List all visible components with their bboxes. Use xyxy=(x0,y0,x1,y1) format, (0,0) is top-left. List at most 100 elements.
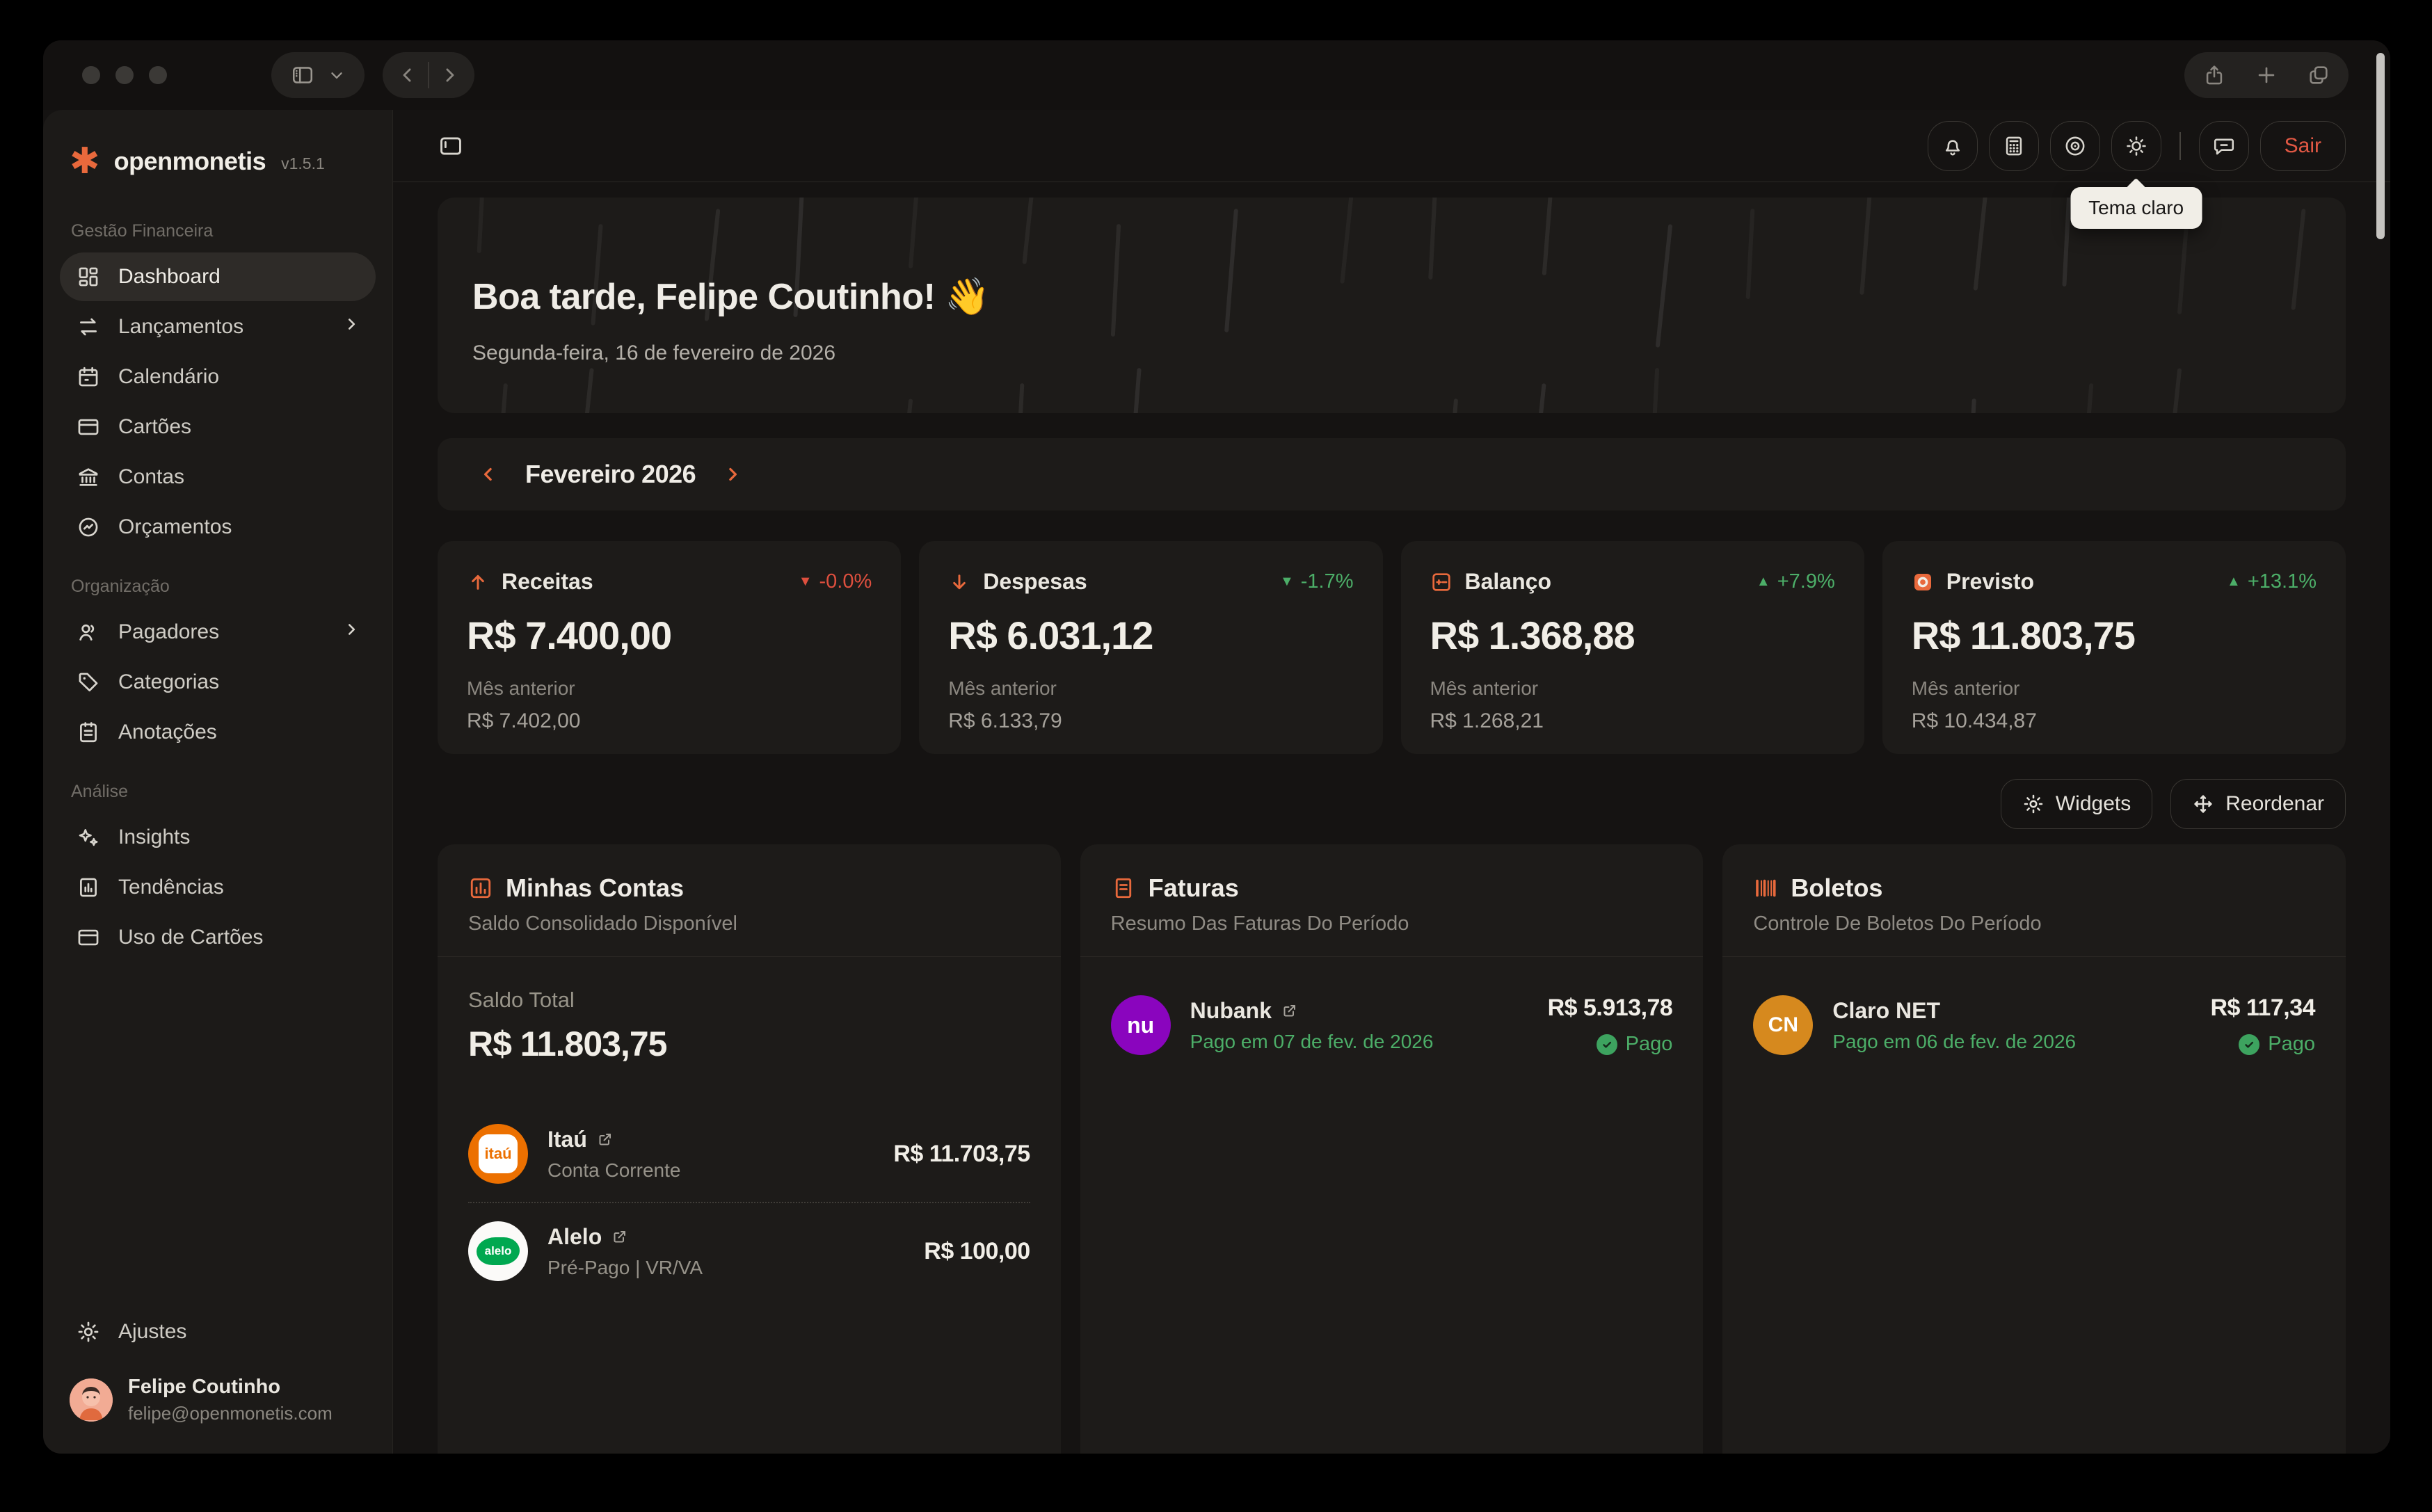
alelo-logo: alelo xyxy=(468,1221,528,1281)
stat-value: R$ 7.400,00 xyxy=(467,613,872,658)
sidebar-item-orcamentos[interactable]: Orçamentos xyxy=(60,503,376,552)
chart-doc-icon xyxy=(77,876,100,899)
stat-value: R$ 1.368,88 xyxy=(1430,613,1835,658)
back-button[interactable] xyxy=(397,65,418,86)
barcode-icon xyxy=(1753,876,1778,901)
tab-overview-button[interactable] xyxy=(2307,63,2330,87)
sidebar-item-insights[interactable]: Insights xyxy=(60,813,376,862)
sidebar-item-pagadores[interactable]: Pagadores xyxy=(60,608,376,657)
arrow-up-icon xyxy=(467,571,489,593)
total-balance-label: Saldo Total xyxy=(468,988,1030,1013)
sidebar-item-tendencias[interactable]: Tendências xyxy=(60,863,376,912)
titlebar xyxy=(43,40,2390,110)
bill-name: Claro NET xyxy=(1832,998,2076,1024)
stat-delta: ▲+13.1% xyxy=(2227,570,2317,593)
user-profile[interactable]: Felipe Coutinho felipe@openmonetis.com xyxy=(60,1358,376,1424)
sidebar-item-contas[interactable]: Contas xyxy=(60,453,376,501)
sidebar-toggle-button[interactable] xyxy=(438,133,464,159)
greeting-banner: Boa tarde, Felipe Coutinho! 👋 Segunda-fe… xyxy=(438,198,2346,413)
widget-actions: Widgets Reordenar xyxy=(438,779,2346,829)
widgets-row: Minhas Contas Saldo Consolidado Disponív… xyxy=(438,844,2346,1454)
minimize-window-button[interactable] xyxy=(115,66,134,84)
browser-nav xyxy=(383,52,474,98)
stat-value: R$ 6.031,12 xyxy=(948,613,1353,658)
forward-button[interactable] xyxy=(439,65,460,86)
stat-prev-value: R$ 7.402,00 xyxy=(467,709,872,733)
widgets-button-label: Widgets xyxy=(2056,792,2131,816)
logo-asterisk-icon: ✱ xyxy=(70,146,100,177)
widget-boletos: Boletos Controle De Boletos Do Período C… xyxy=(1722,844,2346,1454)
scrollbar-thumb[interactable] xyxy=(2376,53,2385,239)
account-row-alelo[interactable]: alelo Alelo Pré-Pago | VR/VA R$ 100,00 xyxy=(468,1202,1030,1299)
dashboard-content: Boa tarde, Felipe Coutinho! 👋 Segunda-fe… xyxy=(393,182,2390,1454)
user-email: felipe@openmonetis.com xyxy=(128,1403,333,1424)
calculator-button[interactable] xyxy=(1989,121,2039,171)
account-row-itau[interactable]: itaú Itaú Conta Corrente R$ 11.703,75 xyxy=(468,1106,1030,1202)
widgets-button[interactable]: Widgets xyxy=(2001,779,2152,829)
privacy-eye-button[interactable] xyxy=(2050,121,2100,171)
reorder-button[interactable]: Reordenar xyxy=(2170,779,2346,829)
logout-button[interactable]: Sair xyxy=(2260,121,2346,171)
sidebar-item-dashboard[interactable]: Dashboard xyxy=(60,252,376,301)
sidebar-item-categorias[interactable]: Categorias xyxy=(60,658,376,707)
stat-value: R$ 11.803,75 xyxy=(1912,613,2317,658)
stat-prev-value: R$ 10.434,87 xyxy=(1912,709,2317,733)
sidebar-item-calendario[interactable]: Calendário xyxy=(60,353,376,401)
move-icon xyxy=(2192,793,2214,815)
invoice-amount: R$ 5.913,78 xyxy=(1548,995,1673,1021)
share-button[interactable] xyxy=(2202,63,2226,87)
account-detail: Conta Corrente xyxy=(547,1159,680,1182)
sidebar-item-label: Cartões xyxy=(118,415,191,439)
external-link-icon[interactable] xyxy=(611,1228,628,1245)
dashboard-icon xyxy=(77,265,100,289)
feedback-button[interactable] xyxy=(2199,121,2249,171)
sidebar-item-uso-de-cartoes[interactable]: Uso de Cartões xyxy=(60,913,376,962)
account-balance: R$ 11.703,75 xyxy=(893,1141,1030,1167)
window-controls[interactable] xyxy=(82,66,167,84)
theme-toggle-button[interactable]: Tema claro xyxy=(2111,121,2161,171)
bill-paid-date: Pago em 06 de fev. de 2026 xyxy=(1832,1031,2076,1053)
sidebar-item-label: Dashboard xyxy=(118,265,221,289)
external-link-icon[interactable] xyxy=(597,1131,614,1148)
account-detail: Pré-Pago | VR/VA xyxy=(547,1257,703,1279)
external-link-icon[interactable] xyxy=(1281,1002,1298,1019)
stat-prev-label: Mês anterior xyxy=(467,677,872,700)
invoice-row-nubank[interactable]: nu Nubank Pago em 07 de fev. de 2026 R$ … xyxy=(1111,988,1673,1074)
month-selector: Fevereiro 2026 xyxy=(438,438,2346,510)
status-badge: Pago xyxy=(1548,1033,1673,1056)
stat-title: Balanço xyxy=(1465,569,1551,595)
calculator-icon xyxy=(2002,134,2026,158)
previous-month-button[interactable] xyxy=(478,464,499,485)
stat-title: Despesas xyxy=(983,569,1087,595)
sidebar-item-anotacoes[interactable]: Anotações xyxy=(60,708,376,757)
zoom-window-button[interactable] xyxy=(149,66,167,84)
gear-icon xyxy=(77,1320,100,1344)
next-month-button[interactable] xyxy=(722,464,743,485)
sidebar-item-cartoes[interactable]: Cartões xyxy=(60,403,376,451)
notifications-button[interactable] xyxy=(1928,121,1978,171)
new-tab-button[interactable] xyxy=(2255,63,2278,87)
stat-prev-label: Mês anterior xyxy=(1912,677,2317,700)
widget-title: Faturas xyxy=(1149,874,1239,903)
panel-left-icon xyxy=(438,133,464,159)
itau-logo: itaú xyxy=(468,1124,528,1184)
bill-row-claro-net[interactable]: CN Claro NET Pago em 06 de fev. de 2026 … xyxy=(1753,988,2315,1074)
close-window-button[interactable] xyxy=(82,66,100,84)
widget-subtitle: Saldo Consolidado Disponível xyxy=(468,912,1030,935)
sidebar: ✱ openmonetis v1.5.1 Gestão Financeira D… xyxy=(43,110,393,1454)
eye-icon xyxy=(2063,134,2087,158)
widget-title: Minhas Contas xyxy=(506,874,684,903)
bill-amount: R$ 117,34 xyxy=(2210,995,2315,1021)
receipt-icon xyxy=(1111,876,1136,901)
sidebar-item-lancamentos[interactable]: Lançamentos xyxy=(60,303,376,351)
sidebar-panel-icon xyxy=(290,63,315,88)
widget-faturas: Faturas Resumo Das Faturas Do Período nu… xyxy=(1080,844,1704,1454)
app-logo: ✱ openmonetis v1.5.1 xyxy=(60,110,376,198)
reorder-button-label: Reordenar xyxy=(2225,792,2324,816)
sidebar-item-ajustes[interactable]: Ajustes xyxy=(60,1308,376,1356)
stat-card-previsto: Previsto ▲+13.1% R$ 11.803,75 Mês anteri… xyxy=(1882,541,2346,754)
stat-prev-value: R$ 6.133,79 xyxy=(948,709,1353,733)
chevron-right-icon xyxy=(342,620,360,644)
toolbar-sidebar-menu[interactable] xyxy=(271,52,365,98)
transactions-icon xyxy=(77,315,100,339)
